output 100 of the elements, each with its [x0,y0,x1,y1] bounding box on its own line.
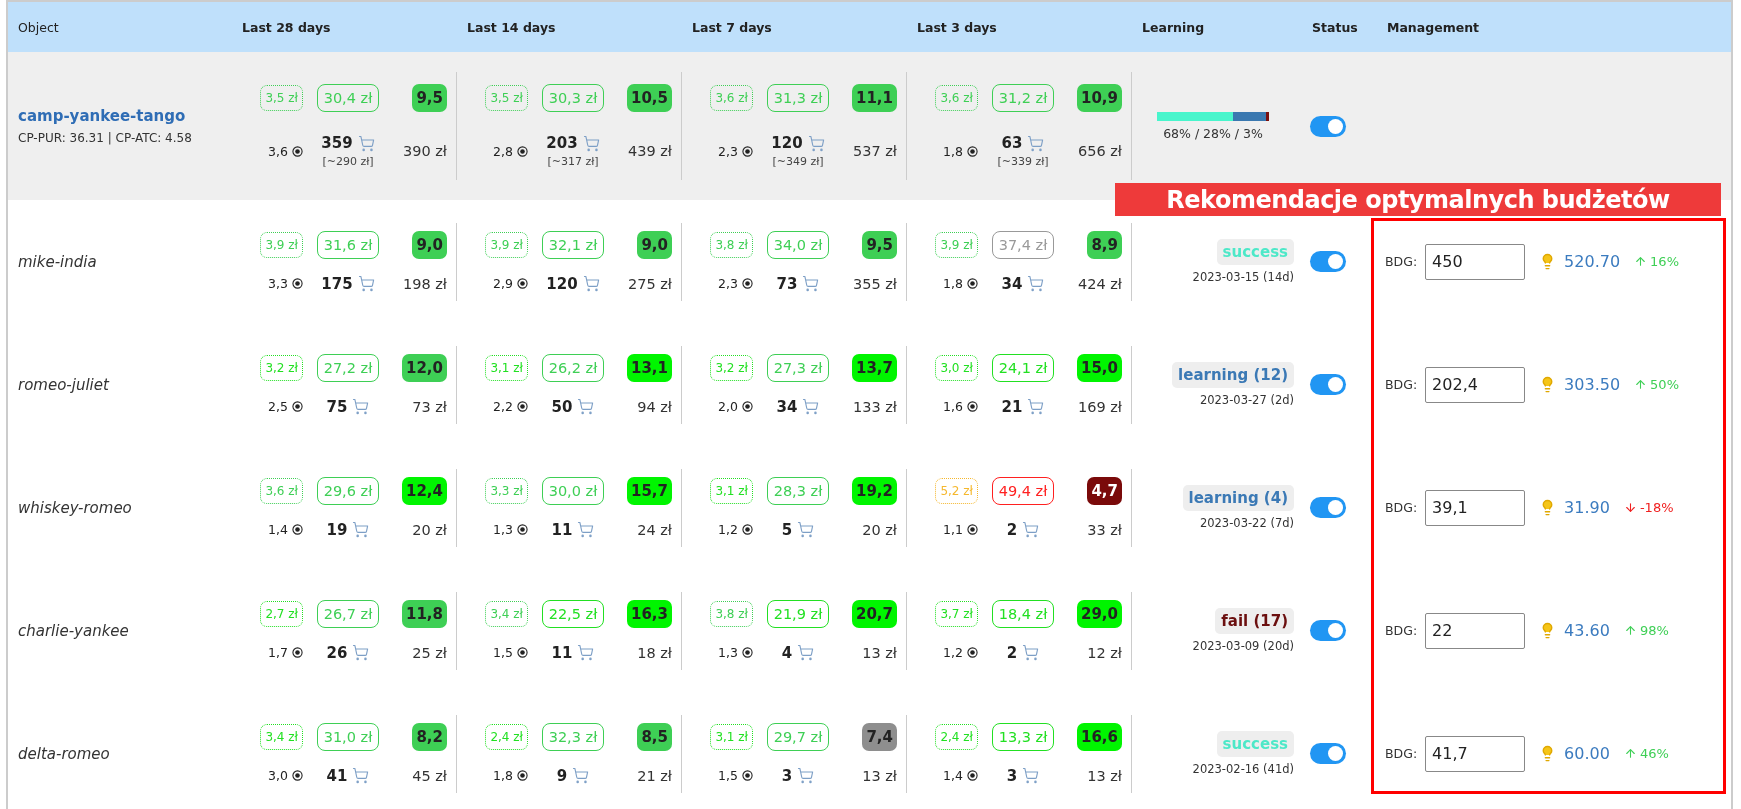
budget-input[interactable]: 39,1 [1425,489,1526,526]
status-toggle[interactable] [1310,743,1346,764]
cost-per-action-badge: 26,7 zł [316,599,380,628]
cost-summary: CP-PUR: 36.31 | CP-ATC: 4.58 [18,131,193,145]
clicks-value: 1,8 [943,143,963,159]
cart-icon [582,134,600,152]
score-badge: 13,7 [852,353,897,382]
arrow-up-icon [1634,255,1648,268]
cost-per-action-badge: 29,7 zł [766,722,830,751]
cart-icon [1022,644,1040,661]
arrow-down-icon [1623,501,1637,514]
cost-per-action-badge: 32,1 zł [541,230,605,259]
spend-value: 33 zł [1087,521,1122,538]
cart-icon [797,767,815,784]
score-badge: 4,7 [1087,476,1122,505]
budget-label: BDG: [1385,746,1418,761]
column-header: Last 3 days [916,19,998,35]
target-icon [292,278,303,289]
budget-input[interactable]: 202,4 [1425,366,1526,403]
cart-icon [582,275,600,292]
recommendation-banner: Rekomendacje optymalnych budżetów [1115,183,1721,216]
budget-label: BDG: [1385,623,1418,638]
score-badge: 15,0 [1077,353,1122,382]
cart-icon [802,398,820,415]
score-badge: 13,1 [627,353,672,382]
score-badge: 12,0 [402,353,447,382]
cart-icon [1022,521,1040,538]
score-badge: 7,4 [862,722,897,751]
recommended-budget: 520.70 [1564,252,1621,271]
learning-date: 2023-03-22 (7d) [1199,516,1294,530]
learning-date: 2023-03-15 (14d) [1192,270,1294,284]
purchases-count: 19 [326,520,348,539]
target-icon [292,770,303,781]
arrow-up-icon [1623,747,1637,760]
target-icon [517,647,528,658]
target-icon [292,524,303,535]
column-header: Last 7 days [691,19,773,35]
status-toggle[interactable] [1310,115,1346,137]
clicks-value: 1,5 [718,768,738,783]
score-badge: 15,7 [627,476,672,505]
cart-icon [577,521,595,538]
cart-icon [352,398,370,415]
purchase-value: [~349 zł] [772,155,824,168]
spend-value: 73 zł [412,398,447,415]
target-icon [967,278,978,289]
budget-change: 50% [1650,377,1679,392]
cart-icon [352,644,370,661]
purchases-count: 5 [781,520,793,539]
object-name: charlie-yankee [18,621,130,640]
recommended-budget: 303.50 [1564,375,1621,394]
spend-value: 21 zł [637,767,672,784]
clicks-value: 2,0 [718,399,738,414]
purchases-count: 359 [321,134,353,152]
spend-value: 537 zł [852,143,897,159]
budget-change: 16% [1650,254,1679,269]
purchases-count: 120 [546,274,578,293]
score-badge: 10,5 [627,84,672,112]
purchases-count: 203 [546,134,578,152]
purchases-count: 11 [551,643,573,662]
object-name: delta-romeo [18,744,111,763]
status-toggle[interactable] [1310,620,1346,641]
learning-status-badge: learning (4) [1182,485,1294,511]
status-toggle[interactable] [1310,374,1346,395]
purchases-count: 34 [1001,274,1023,293]
learning-status-badge: success [1216,239,1294,265]
purchases-count: 11 [551,520,573,539]
budget-input[interactable]: 450 [1425,243,1526,280]
score-badge: 29,0 [1077,599,1122,628]
target-icon [967,524,978,535]
status-toggle[interactable] [1310,251,1346,272]
spend-value: 20 zł [862,521,897,538]
spend-value: 275 zł [627,275,672,292]
spend-value: 13 zł [862,767,897,784]
spend-value: 20 zł [412,521,447,538]
clicks-value: 3,0 [268,768,288,783]
cost-per-action-badge: 37,4 zł [991,230,1055,259]
cart-icon [807,134,825,152]
clicks-value: 2,2 [493,399,513,414]
clicks-value: 2,3 [718,276,738,291]
spend-value: 25 zł [412,644,447,661]
spend-value: 198 zł [402,275,447,292]
score-badge: 10,9 [1077,84,1122,112]
budget-input[interactable]: 22 [1425,612,1526,649]
learning-shares: 68% / 28% / 3% [1163,125,1263,141]
object-name[interactable]: camp-yankee-tango [18,107,232,125]
purchases-count: 73 [776,274,798,293]
status-toggle[interactable] [1310,497,1346,518]
score-badge: 11,8 [402,599,447,628]
cost-per-action-badge: 27,3 zł [766,353,830,382]
column-header: Management [1386,19,1480,35]
budget-input[interactable]: 41,7 [1425,735,1526,772]
learning-status-badge: success [1216,731,1294,757]
budget-change: -18% [1639,500,1674,515]
cost-per-action-badge: 31,0 zł [316,722,380,751]
purchases-count: 41 [326,766,348,785]
cart-icon [577,398,595,415]
spend-value: 390 zł [402,143,447,159]
cart-icon [1027,134,1045,152]
clicks-value: 1,6 [943,399,963,414]
target-icon [292,145,303,157]
